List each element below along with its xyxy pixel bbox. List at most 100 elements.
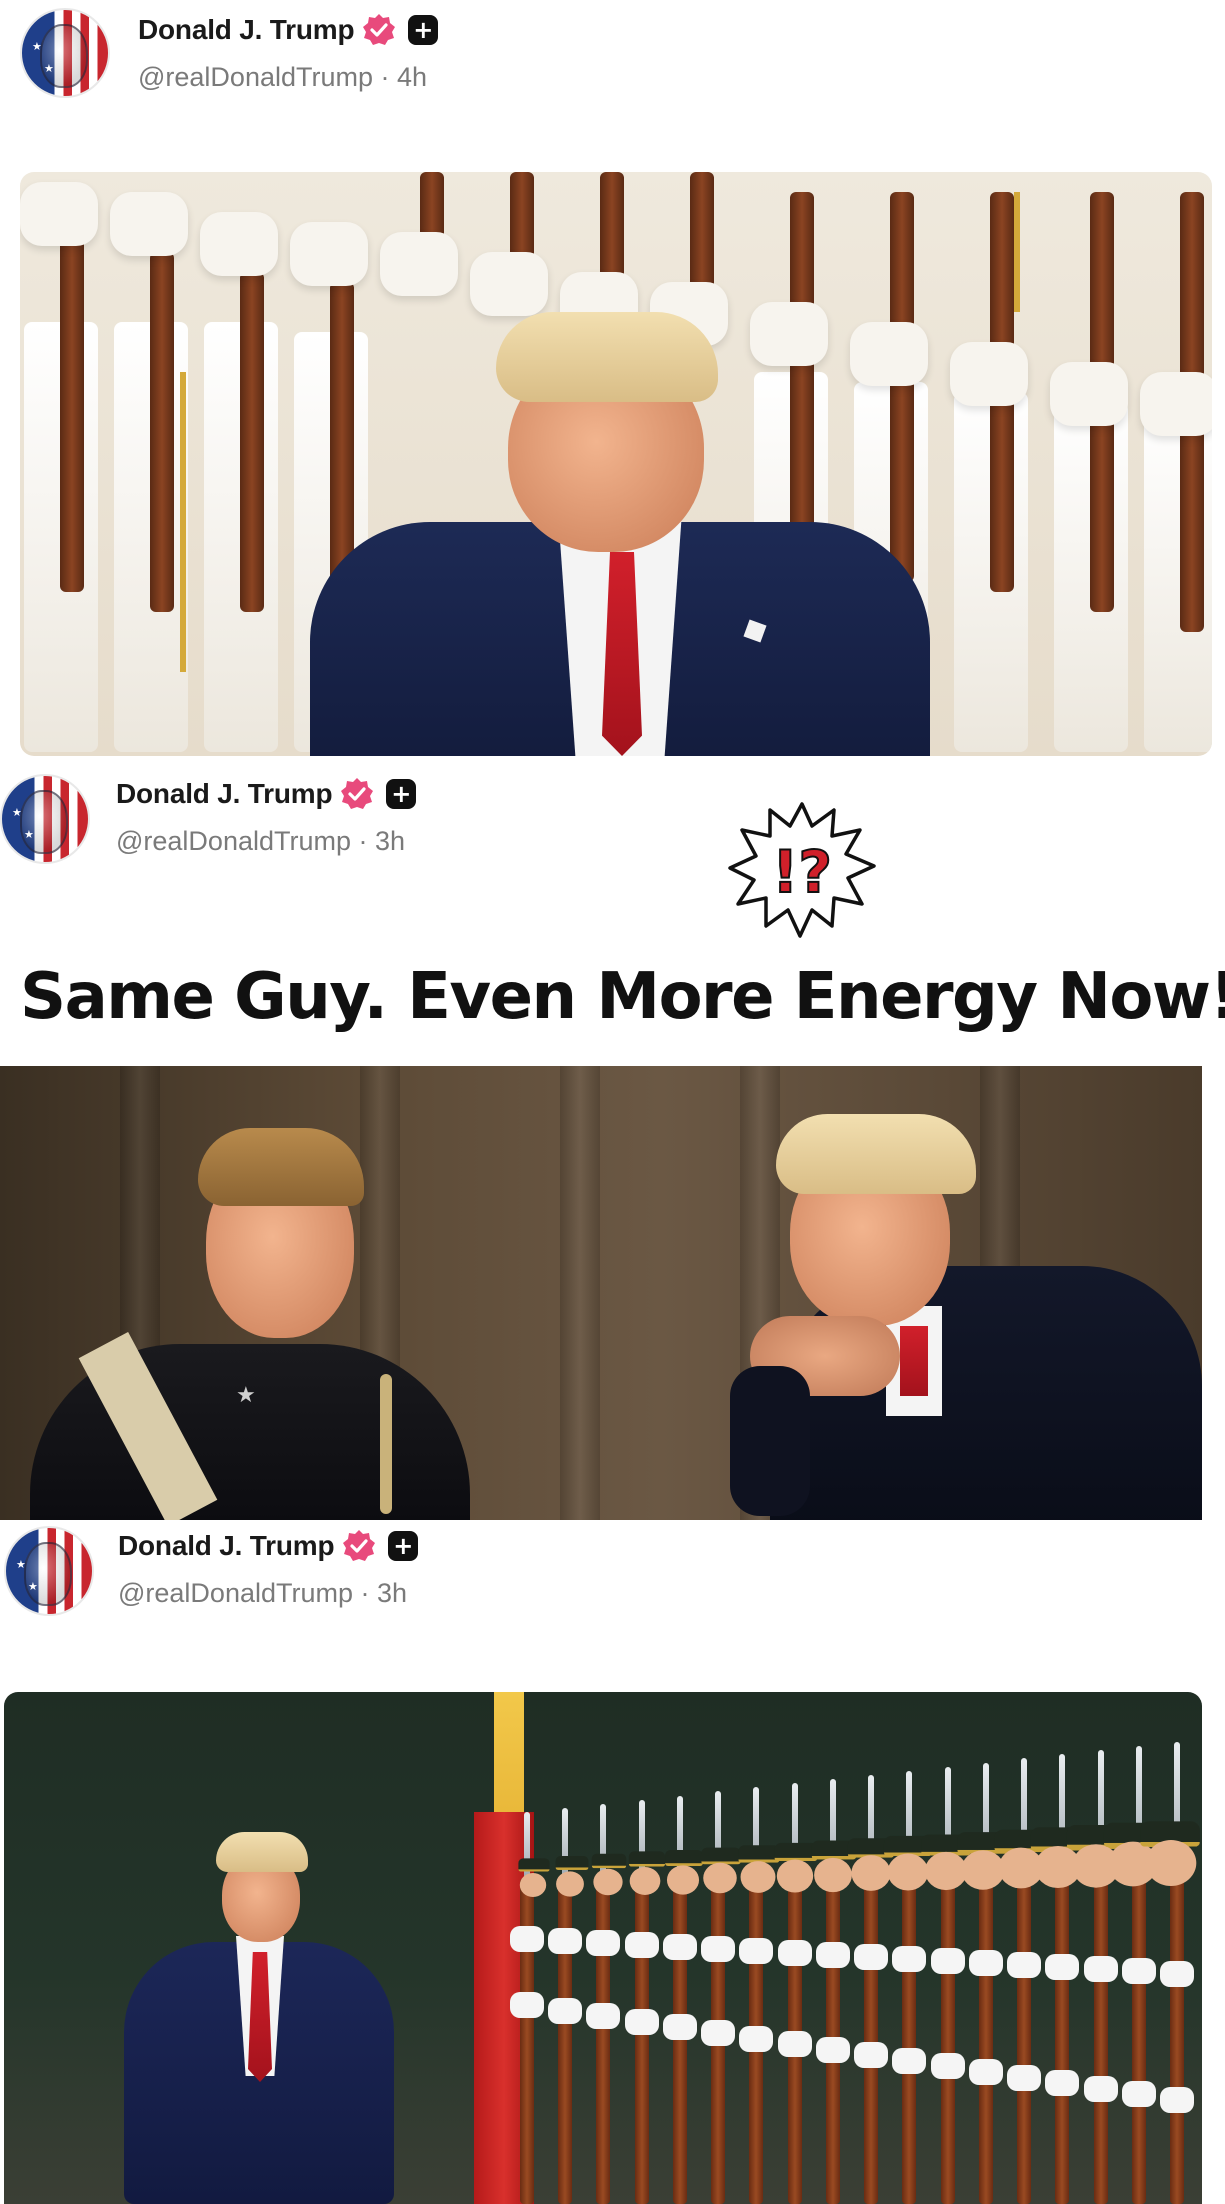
white-glove bbox=[586, 2003, 621, 2030]
white-glove bbox=[1121, 1958, 1156, 1985]
white-glove bbox=[930, 2053, 965, 2080]
guard-row bbox=[110, 172, 192, 756]
name-row: Donald J. Trump + bbox=[138, 10, 439, 50]
plus-icon[interactable]: + bbox=[388, 1531, 419, 1561]
verified-badge-icon bbox=[343, 1530, 376, 1561]
white-glove bbox=[1045, 2070, 1080, 2097]
soldier-cap bbox=[555, 1856, 589, 1871]
white-glove bbox=[968, 1950, 1003, 1977]
avatar-face bbox=[40, 24, 88, 88]
post-header-3: ★ ★ Donald J. Trump + @realDonaldTrump ·… bbox=[4, 1526, 419, 1616]
verified-badge-icon bbox=[341, 778, 374, 809]
rifle bbox=[558, 1877, 573, 2204]
rifle bbox=[940, 1871, 955, 2204]
author-info: Donald J. Trump + @realDonaldTrump · 3h bbox=[118, 1526, 419, 1609]
author-name[interactable]: Donald J. Trump bbox=[138, 14, 355, 46]
star-icon: ★ bbox=[32, 41, 42, 53]
white-glove bbox=[586, 1930, 621, 1957]
star-icon: ★ bbox=[16, 1559, 26, 1571]
star-icon: ★ bbox=[28, 1581, 38, 1593]
white-glove bbox=[701, 1936, 736, 1963]
guard-row bbox=[1050, 172, 1132, 756]
rifle bbox=[1170, 1868, 1184, 2204]
white-glove bbox=[815, 2036, 850, 2063]
white-glove bbox=[701, 2019, 736, 2046]
guard-row bbox=[20, 172, 102, 756]
author-info: Donald J. Trump + @realDonaldTrump · 3h bbox=[116, 774, 417, 857]
name-row: Donald J. Trump + bbox=[118, 1526, 419, 1566]
name-row: Donald J. Trump + bbox=[116, 774, 417, 814]
avatar[interactable]: ★ ★ bbox=[4, 1526, 94, 1616]
post-image-guard-ceremony[interactable] bbox=[20, 172, 1212, 756]
white-glove bbox=[968, 2059, 1003, 2086]
white-glove bbox=[1007, 2064, 1042, 2091]
soldier-head bbox=[850, 1855, 891, 1892]
plus-icon[interactable]: + bbox=[408, 15, 439, 45]
soldier-cap bbox=[701, 1847, 742, 1865]
soldier-head bbox=[740, 1861, 776, 1894]
guard-row bbox=[200, 172, 282, 756]
avatar[interactable]: ★ ★ bbox=[0, 774, 90, 864]
soldier-cap bbox=[518, 1858, 550, 1872]
avatar-face bbox=[20, 790, 68, 854]
avatar-face bbox=[24, 1542, 72, 1606]
soldier-head bbox=[703, 1863, 738, 1894]
guard-row bbox=[1140, 172, 1212, 756]
white-glove bbox=[548, 1928, 583, 1955]
rifle bbox=[902, 1872, 917, 2204]
handle-time: @realDonaldTrump · 4h bbox=[138, 62, 428, 92]
soldier-cap bbox=[591, 1853, 627, 1869]
white-glove bbox=[892, 1946, 927, 1973]
rifle bbox=[1055, 1870, 1070, 2204]
white-glove bbox=[777, 2031, 812, 2058]
soldier-head bbox=[887, 1853, 929, 1891]
rifle bbox=[1131, 1869, 1146, 2204]
soldier-head bbox=[814, 1857, 852, 1892]
white-glove bbox=[815, 1942, 850, 1969]
soldier-head bbox=[1145, 1840, 1196, 1887]
white-glove bbox=[624, 1932, 659, 1959]
white-glove bbox=[1121, 2081, 1156, 2108]
soldier-cap bbox=[665, 1849, 703, 1866]
rifle bbox=[978, 1871, 993, 2204]
star-icon: ★ bbox=[44, 63, 54, 75]
rifle bbox=[1093, 1869, 1108, 2204]
star-icon: ★ bbox=[12, 807, 22, 819]
exclamation-question-burst-icon: !? bbox=[728, 802, 876, 938]
soldier-head bbox=[777, 1859, 814, 1893]
post-header-1: ★ ★ Donald J. Trump + @realDonaldTrump ·… bbox=[20, 8, 439, 98]
soldier-cap bbox=[738, 1845, 780, 1863]
avatar[interactable]: ★ ★ bbox=[20, 8, 110, 98]
post-header-2: ★ ★ Donald J. Trump + @realDonaldTrump ·… bbox=[0, 774, 417, 864]
man-walking bbox=[124, 1832, 394, 2204]
guard-row bbox=[950, 172, 1032, 756]
post-image-cadet-and-elder[interactable]: ★ bbox=[0, 1066, 1202, 1520]
soldier-head bbox=[924, 1851, 967, 1890]
white-glove bbox=[1160, 2087, 1194, 2113]
white-glove bbox=[1045, 1954, 1080, 1981]
burst-text: !? bbox=[772, 838, 832, 906]
soldier-head bbox=[593, 1868, 623, 1896]
handle-time: @realDonaldTrump · 3h bbox=[116, 826, 406, 856]
white-glove bbox=[854, 1944, 889, 1971]
soldier-head bbox=[519, 1872, 546, 1897]
soldier-head bbox=[630, 1867, 661, 1895]
post-image-military-parade[interactable] bbox=[4, 1692, 1202, 2204]
soldier-cap bbox=[628, 1851, 665, 1868]
white-glove bbox=[777, 1940, 812, 1967]
verified-badge-icon bbox=[363, 14, 396, 45]
author-name[interactable]: Donald J. Trump bbox=[116, 778, 333, 810]
author-info: Donald J. Trump + @realDonaldTrump · 4h bbox=[138, 10, 439, 93]
white-glove bbox=[510, 1992, 544, 2018]
white-glove bbox=[662, 1934, 697, 1961]
soldier-head bbox=[556, 1870, 585, 1897]
elder-in-suit bbox=[710, 1106, 1202, 1520]
soldier-head bbox=[666, 1865, 699, 1895]
rifle bbox=[1017, 1870, 1032, 2204]
white-glove bbox=[1083, 1956, 1118, 1983]
white-glove bbox=[739, 1938, 774, 1965]
rifle bbox=[864, 1872, 879, 2204]
handle-time: @realDonaldTrump · 3h bbox=[118, 1578, 408, 1608]
plus-icon[interactable]: + bbox=[386, 779, 417, 809]
author-name[interactable]: Donald J. Trump bbox=[118, 1530, 335, 1562]
